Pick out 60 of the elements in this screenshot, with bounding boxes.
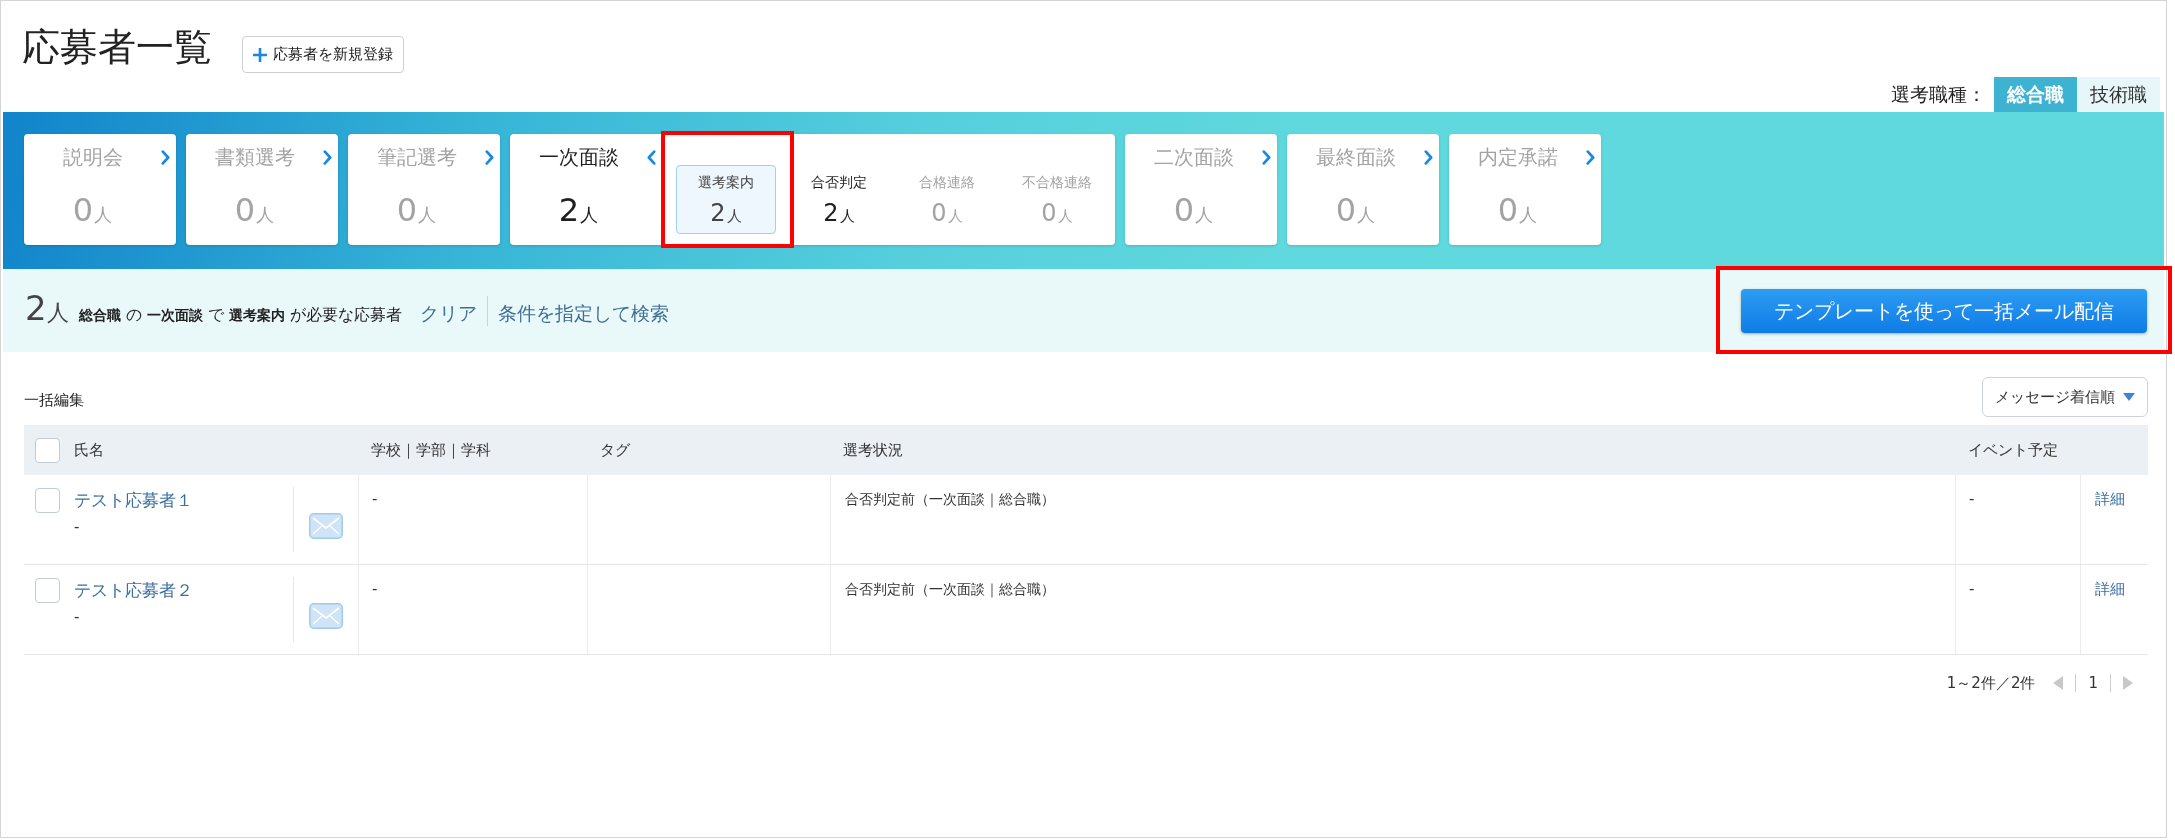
checkbox[interactable] (35, 437, 60, 463)
search-conditions-link[interactable]: 条件を指定して検索 (498, 299, 670, 328)
stage-label: 最終面談 (1315, 144, 1396, 170)
applicant-name-link[interactable]: テスト応募者１ (74, 488, 193, 512)
stage-label: 内定承諾 (1477, 144, 1558, 170)
checkbox[interactable] (35, 488, 60, 513)
result-count: 2人 (25, 288, 69, 330)
stage-label: 説明会 (62, 144, 123, 170)
column-header: 選考状況 (843, 439, 903, 461)
stage-count: 0人 (1497, 192, 1538, 231)
plus-icon (253, 47, 267, 62)
stage-card[interactable]: 一次面談 2 人 選考案内 2 人 合否判定 2 人 合格連絡 0人 不合格連絡 0人 (510, 134, 1115, 245)
chevron-right-icon[interactable] (161, 149, 170, 165)
chevron-left-icon[interactable] (647, 149, 656, 165)
caret-down-icon (2123, 393, 2135, 401)
stage-count: 2 人 (558, 192, 599, 231)
filter-description: 総合職 の 一次面談 で 選考案内 が必要な応募者 (78, 304, 403, 326)
substage-tab[interactable]: 合否判定 2 人 (789, 165, 889, 234)
add-applicant-button[interactable]: 応募者を新規登録 (242, 36, 404, 73)
stage-label: 一次面談 (538, 144, 619, 170)
sort-dropdown[interactable]: メッセージ着信順 (1982, 377, 2148, 417)
substage-tab[interactable]: 合格連絡 0人 (897, 165, 997, 234)
table-cell: - (1969, 580, 1975, 598)
applicant-subtext: - (74, 517, 81, 537)
stage-label: 筆記選考 (376, 144, 457, 170)
page-title: 応募者一覧 (22, 24, 212, 71)
stage-label: 書類選考 (214, 144, 295, 170)
bulk-mail-button[interactable]: テンプレートを使って一括メール配信 (1741, 288, 2147, 333)
substage-tab[interactable]: 選考案内 2 人 (676, 165, 776, 234)
stage-count: 0人 (1335, 192, 1376, 231)
stage-count: 0人 (234, 192, 275, 231)
column-header: イベント予定 (1968, 439, 2058, 461)
clear-link[interactable]: クリア (420, 299, 478, 328)
chevron-right-icon[interactable] (1262, 149, 1271, 165)
stage-count: 0人 (396, 192, 437, 231)
pagination-summary: 1～2件／2件 (1946, 673, 2036, 694)
table-cell: 合否判定前（一次面談｜総合職） (845, 581, 1055, 597)
chevron-right-icon[interactable] (1424, 149, 1433, 165)
detail-link[interactable]: 詳細 (2095, 580, 2125, 598)
column-header: 学校｜学部｜学科 (371, 439, 491, 461)
job-type-tab[interactable]: 技術職 (2077, 77, 2160, 112)
table-cell: - (1969, 490, 1975, 508)
bulk-edit-label: 一括編集 (24, 389, 84, 411)
applicant-name-link[interactable]: テスト応募者２ (74, 578, 193, 602)
chevron-right-icon[interactable] (1586, 149, 1595, 165)
column-header: タグ (600, 439, 630, 461)
table-cell: 合否判定前（一次面談｜総合職） (845, 491, 1055, 507)
applicant-subtext: - (74, 607, 81, 627)
stage-label: 二次面談 (1153, 144, 1234, 170)
column-header: 氏名 (74, 439, 104, 461)
job-type-label: 選考職種： (1891, 82, 1986, 108)
table-cell: - (372, 490, 378, 508)
chevron-right-icon[interactable] (485, 149, 494, 165)
table-cell: - (372, 580, 378, 598)
stage-count: 0人 (72, 192, 113, 231)
chevron-right-icon[interactable] (323, 149, 332, 165)
stage-count: 0人 (1173, 192, 1214, 231)
page-number[interactable]: 1 (2088, 672, 2098, 695)
checkbox[interactable] (35, 578, 60, 603)
detail-link[interactable]: 詳細 (2095, 490, 2125, 508)
